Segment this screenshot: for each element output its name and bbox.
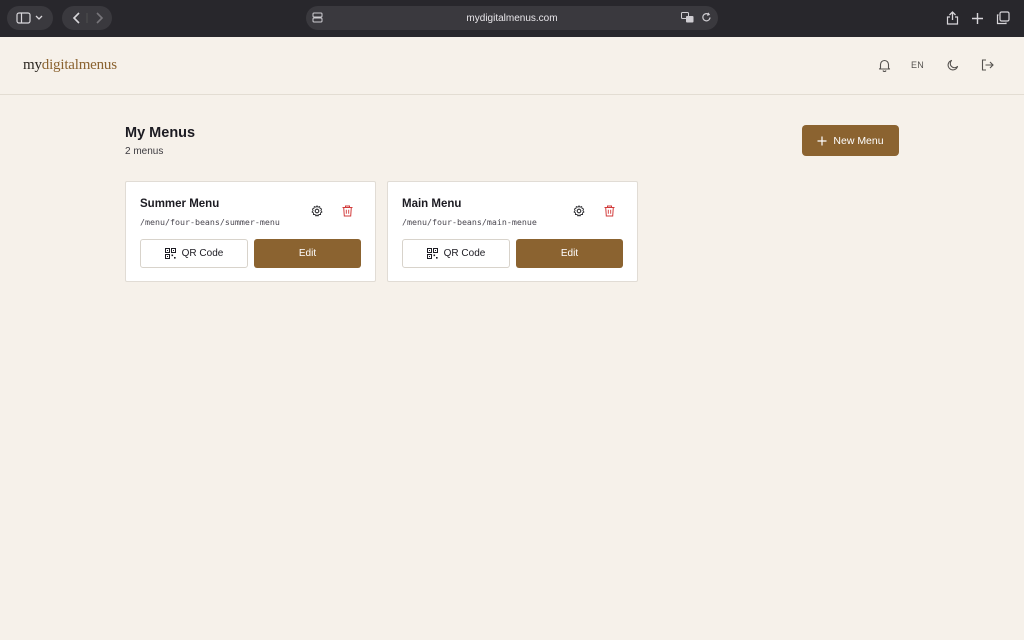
tab-overview-icon[interactable] — [995, 10, 1011, 26]
sidebar-icon — [16, 12, 43, 24]
qr-code-button[interactable]: QR Code — [402, 239, 510, 268]
edit-button[interactable]: Edit — [516, 239, 623, 268]
logo-accent: digitalmenus — [41, 57, 117, 73]
menu-count: 2 menus — [125, 146, 164, 157]
language-toggle[interactable]: EN — [911, 60, 924, 70]
sidebar-toggle-button[interactable] — [7, 6, 53, 30]
gear-icon[interactable] — [309, 203, 325, 219]
logout-icon[interactable] — [979, 57, 995, 73]
address-bar[interactable]: mydigitalmenus.com — [306, 6, 718, 30]
menu-card: Summer Menu /menu/four-beans/summer-menu… — [125, 181, 376, 282]
trash-icon[interactable] — [601, 203, 617, 219]
qr-code-button[interactable]: QR Code — [140, 239, 248, 268]
edit-button[interactable]: Edit — [254, 239, 361, 268]
back-icon[interactable] — [72, 12, 80, 24]
trash-icon[interactable] — [339, 203, 355, 219]
browser-chrome: mydigitalmenus.com — [0, 0, 1024, 37]
logo-prefix: my — [23, 57, 42, 73]
menu-name: Summer Menu — [140, 198, 220, 210]
bell-icon[interactable] — [876, 57, 892, 73]
share-icon[interactable] — [944, 10, 960, 26]
new-tab-icon[interactable] — [969, 10, 985, 26]
url-text: mydigitalmenus.com — [466, 12, 558, 24]
menu-path: /menu/four-beans/summer-menu — [140, 217, 280, 227]
moon-icon[interactable] — [945, 57, 961, 73]
qr-code-icon — [164, 248, 176, 259]
qr-code-label: QR Code — [181, 248, 224, 259]
nav-buttons — [62, 6, 112, 30]
qr-code-icon — [426, 248, 438, 259]
menu-name: Main Menu — [402, 198, 462, 210]
forward-icon[interactable] — [96, 12, 104, 24]
page-title: My Menus — [125, 125, 196, 141]
page-settings-icon[interactable] — [312, 12, 323, 26]
app-header: mydigitalmenus EN — [0, 37, 1024, 95]
reload-icon[interactable] — [701, 12, 712, 26]
qr-code-label: QR Code — [443, 248, 486, 259]
menu-path: /menu/four-beans/main-menue — [402, 217, 537, 227]
new-menu-label: New Menu — [833, 134, 884, 147]
translate-icon[interactable] — [681, 12, 694, 26]
plus-icon — [817, 136, 827, 145]
new-menu-button[interactable]: New Menu — [802, 125, 899, 156]
menu-card: Main Menu /menu/four-beans/main-menue QR… — [387, 181, 638, 282]
logo[interactable]: mydigitalmenus — [23, 57, 117, 74]
gear-icon[interactable] — [571, 203, 587, 219]
